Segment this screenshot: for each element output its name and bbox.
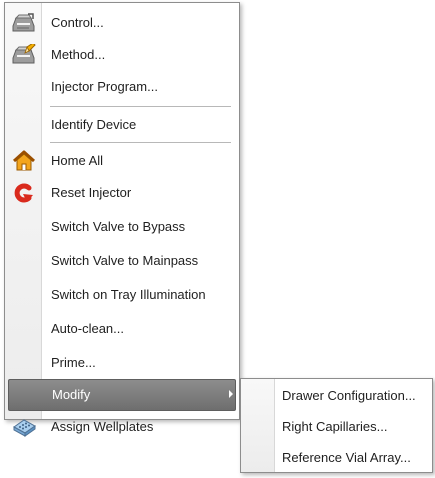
menu-item-label: Prime...: [51, 355, 96, 370]
menu-item-prime[interactable]: Prime...: [5, 347, 239, 379]
menu-item-label: Home All: [51, 153, 104, 168]
menu-item-injector-program[interactable]: Injector Program...: [5, 71, 239, 103]
wellplate-icon: [5, 411, 42, 443]
menu-item-label: Assign Wellplates: [51, 419, 154, 434]
menu-item-assign-wellplates[interactable]: Assign Wellplates: [5, 387, 239, 437]
menu-item-label: Switch on Tray Illumination: [51, 287, 206, 302]
menu-item-label: Identify Device: [51, 117, 137, 132]
menu-item-label: Auto-clean...: [51, 321, 124, 336]
menu-separator: [50, 106, 231, 107]
menu-item-switch-valve-bypass[interactable]: Switch Valve to Bypass: [5, 211, 239, 243]
submenu-item-drawer-configuration[interactable]: Drawer Configuration...: [241, 381, 432, 412]
menu-item-switch-valve-mainpass[interactable]: Switch Valve to Mainpass: [5, 245, 239, 277]
submenu-item-label: Right Capillaries...: [282, 419, 388, 434]
menu-item-label: Switch Valve to Bypass: [51, 219, 186, 234]
menu-item-method[interactable]: Method...: [5, 39, 239, 71]
method-device-icon: [5, 39, 42, 71]
menu-item-home-all[interactable]: Home All: [5, 145, 239, 177]
submenu-item-label: Reference Vial Array...: [282, 450, 411, 465]
submenu-item-reference-vial-array[interactable]: Reference Vial Array...: [241, 443, 432, 474]
menu-item-label: Reset Injector: [51, 185, 132, 200]
submenu-item-label: Drawer Configuration...: [282, 388, 416, 403]
menu-item-control[interactable]: Control...: [5, 7, 239, 39]
menu-item-label: Switch Valve to Mainpass: [51, 253, 199, 268]
submenu-item-right-capillaries[interactable]: Right Capillaries...: [241, 412, 432, 443]
menu-item-label: Method...: [51, 47, 106, 62]
menu-item-label: Injector Program...: [51, 79, 158, 94]
menu-item-auto-clean[interactable]: Auto-clean...: [5, 313, 239, 345]
modify-submenu: Drawer Configuration... Right Capillarie…: [240, 378, 433, 473]
menu-item-label: Control...: [51, 15, 104, 30]
control-device-icon: [5, 7, 42, 39]
menu-separator: [50, 142, 231, 143]
menu-item-tray-illumination[interactable]: Switch on Tray Illumination: [5, 279, 239, 311]
menu-item-identify-device[interactable]: Identify Device: [5, 109, 239, 141]
context-menu: Control... Method... Injector Program...…: [4, 2, 240, 437]
reset-arrow-icon: [5, 177, 42, 209]
menu-item-reset-injector[interactable]: Reset Injector: [5, 177, 239, 209]
home-icon: [5, 145, 42, 177]
